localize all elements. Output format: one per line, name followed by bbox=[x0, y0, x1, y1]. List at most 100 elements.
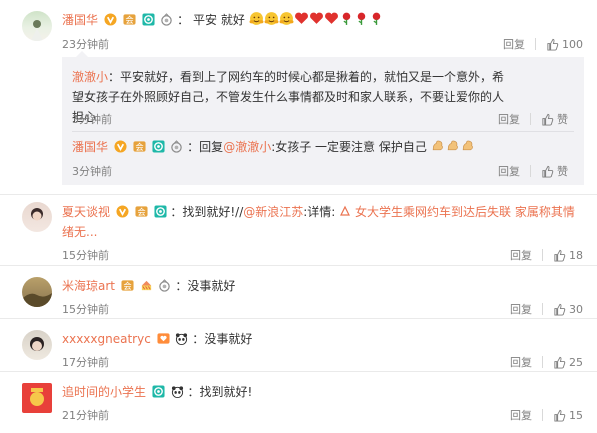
like-button[interactable]: 25 bbox=[553, 356, 583, 369]
commenter-name[interactable]: 夏天谈视 bbox=[62, 205, 110, 219]
comment-text: 没事就好 bbox=[187, 279, 236, 293]
commenter-name[interactable]: xxxxxgneatryc bbox=[62, 332, 151, 346]
avatar-image-icon bbox=[30, 337, 44, 351]
avatar[interactable] bbox=[22, 11, 52, 41]
commenter-name[interactable]: 米海琼art bbox=[62, 279, 115, 293]
avatar[interactable] bbox=[22, 383, 52, 413]
member-badge-icon bbox=[123, 13, 136, 26]
fan-badge-icon bbox=[154, 205, 167, 218]
sub-reply-name[interactable]: 潘国华 bbox=[72, 140, 108, 154]
panda-badge-icon bbox=[171, 385, 184, 398]
comment-divider bbox=[0, 371, 597, 372]
like-count: 100 bbox=[562, 37, 583, 51]
avatar-image-icon bbox=[22, 293, 52, 307]
rose-emoji-icon bbox=[369, 11, 384, 26]
action-divider bbox=[542, 249, 543, 261]
sub-reply-like-button[interactable]: 赞 bbox=[541, 163, 568, 179]
like-count: 15 bbox=[569, 408, 583, 422]
comment-time: 15分钟前 bbox=[62, 249, 109, 262]
sub-reply-reply-button[interactable]: 回复 bbox=[498, 111, 520, 127]
sub-reply: 潘国华 ：回复@澈澈小:女孩子 一定要注意 保护自己 bbox=[72, 138, 476, 155]
thumb-up-icon bbox=[553, 356, 566, 369]
fan-badge-icon bbox=[152, 140, 165, 153]
sub-reply-actions: 回复 赞 bbox=[498, 163, 568, 179]
comment-time: 23分钟前 bbox=[62, 38, 109, 51]
sub-reply-name[interactable]: 澈澈小 bbox=[72, 70, 108, 84]
member-badge-icon bbox=[133, 140, 146, 153]
fan-badge-icon bbox=[142, 13, 155, 26]
action-divider bbox=[535, 38, 536, 50]
flex-arm-emoji-icon bbox=[431, 138, 446, 153]
comment-divider bbox=[0, 194, 597, 195]
comment-divider bbox=[0, 318, 597, 319]
sub-reply-time: 3分钟前 bbox=[72, 165, 112, 178]
like-button[interactable]: 18 bbox=[553, 249, 583, 262]
sub-reply-divider bbox=[72, 131, 574, 132]
like-button[interactable]: 30 bbox=[553, 303, 583, 316]
sub-reply: 澈澈小：平安就好，看到上了网约车的时候心都是揪着的，就怕又是一个意外，希望女孩子… bbox=[72, 70, 505, 124]
avatar-image-icon bbox=[31, 208, 43, 221]
action-divider bbox=[530, 113, 531, 125]
sub-reply-like-button[interactable]: 赞 bbox=[541, 111, 568, 127]
comment-actions: 回复 30 bbox=[510, 301, 583, 317]
sub-replies-box: 澈澈小：平安就好，看到上了网约车的时候心都是揪着的，就怕又是一个意外，希望女孩子… bbox=[62, 51, 584, 185]
sub-reply-actions: 回复 赞 bbox=[498, 111, 568, 127]
rose-emoji-icon bbox=[339, 11, 354, 26]
comment-time: 21分钟前 bbox=[62, 409, 109, 422]
thumb-up-icon bbox=[553, 249, 566, 262]
flex-arm-emoji-icon bbox=[446, 138, 461, 153]
comment-text: 平安 就好 bbox=[193, 13, 245, 27]
fan-badge-icon bbox=[152, 385, 165, 398]
action-divider bbox=[542, 356, 543, 368]
heart-emoji-icon bbox=[324, 11, 339, 26]
like-button[interactable]: 100 bbox=[546, 38, 583, 51]
avatar-image-icon bbox=[30, 388, 44, 406]
comment-text: 找到就好!// bbox=[182, 205, 244, 219]
avatar-image-icon bbox=[31, 20, 43, 41]
thumb-up-icon bbox=[546, 38, 559, 51]
verified-v-icon bbox=[114, 140, 127, 153]
comment-actions: 回复 25 bbox=[510, 354, 583, 370]
comment-time: 15分钟前 bbox=[62, 303, 109, 316]
thumb-up-icon bbox=[541, 165, 554, 178]
sub-reply-text: :女孩子 一定要注意 保护自己 bbox=[271, 140, 427, 154]
commenter-name[interactable]: 潘国华 bbox=[62, 13, 98, 27]
reply-button[interactable]: 回复 bbox=[510, 407, 532, 423]
action-divider bbox=[542, 303, 543, 315]
thumb-up-icon bbox=[553, 409, 566, 422]
mention-link[interactable]: @澈澈小 bbox=[223, 140, 271, 154]
reply-button[interactable]: 回复 bbox=[510, 247, 532, 263]
reply-button[interactable]: 回复 bbox=[510, 301, 532, 317]
sub-reply-time: 3分钟前 bbox=[72, 113, 112, 126]
avatar[interactable] bbox=[22, 277, 52, 307]
reply-button[interactable]: 回复 bbox=[510, 354, 532, 370]
like-button[interactable]: 15 bbox=[553, 409, 583, 422]
hug-emoji-icon bbox=[249, 11, 264, 26]
avatar[interactable] bbox=[22, 202, 52, 232]
comment-text: 找到就好! bbox=[199, 385, 253, 399]
member-badge-icon bbox=[121, 279, 134, 292]
heart-emoji-icon bbox=[309, 11, 324, 26]
reply-button[interactable]: 回复 bbox=[503, 36, 525, 52]
like-count: 18 bbox=[569, 248, 583, 262]
ring-badge-icon bbox=[160, 13, 173, 26]
comment-text: 没事就好 bbox=[204, 332, 253, 346]
ring-badge-icon bbox=[170, 140, 183, 153]
member-badge-icon bbox=[135, 205, 148, 218]
like-count: 30 bbox=[569, 302, 583, 316]
thumb-up-icon bbox=[553, 303, 566, 316]
flex-arm-emoji-icon bbox=[461, 138, 476, 153]
thumb-up-icon bbox=[541, 113, 554, 126]
sub-replies-arrow bbox=[76, 51, 88, 57]
double-heart-badge-icon bbox=[157, 332, 170, 345]
rose-emoji-icon bbox=[354, 11, 369, 26]
mention-link[interactable]: @新浪江苏 bbox=[243, 205, 303, 219]
verified-v-icon bbox=[116, 205, 129, 218]
sub-reply-reply-button[interactable]: 回复 bbox=[498, 163, 520, 179]
commenter-name[interactable]: 追时间的小学生 bbox=[62, 385, 146, 399]
link-icon bbox=[339, 203, 351, 216]
action-divider bbox=[542, 409, 543, 421]
avatar[interactable] bbox=[22, 330, 52, 360]
action-divider bbox=[530, 165, 531, 177]
comment-actions: 回复 15 bbox=[510, 407, 583, 423]
